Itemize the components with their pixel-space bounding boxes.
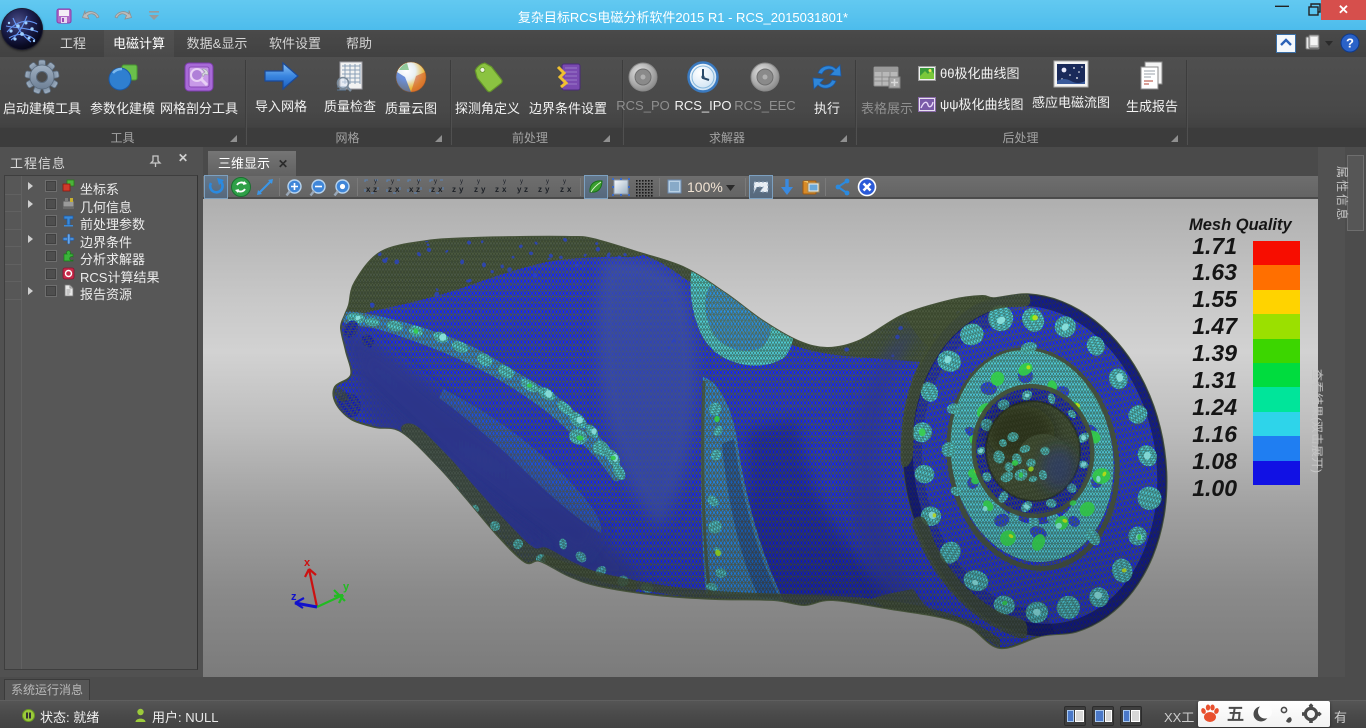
svg-text:x: x — [366, 185, 371, 194]
svg-text:x: x — [409, 185, 414, 194]
svg-text:x: x — [567, 185, 572, 194]
svg-text:z: z — [416, 185, 420, 194]
svg-text:z: z — [538, 185, 542, 194]
svg-text:y: y — [459, 185, 464, 194]
svg-text:z: z — [452, 185, 456, 194]
svg-text:五: 五 — [1227, 705, 1244, 724]
svg-text:x: x — [502, 185, 507, 194]
svg-text:z: z — [474, 185, 478, 194]
svg-text:y: y — [481, 185, 486, 194]
svg-text:z: z — [560, 185, 564, 194]
svg-text:y: y — [517, 185, 522, 194]
svg-text:x: x — [304, 557, 311, 569]
svg-text:?: ? — [1346, 36, 1354, 51]
svg-text:z: z — [388, 185, 392, 194]
svg-text:z: z — [291, 591, 297, 603]
svg-text:z: z — [524, 185, 528, 194]
svg-text:y: y — [545, 185, 550, 194]
svg-text:z: z — [431, 185, 435, 194]
svg-text:x: x — [438, 185, 443, 194]
svg-text:z: z — [373, 185, 377, 194]
svg-text:x: x — [395, 185, 400, 194]
svg-text:y: y — [343, 581, 350, 593]
svg-text:z: z — [495, 185, 499, 194]
